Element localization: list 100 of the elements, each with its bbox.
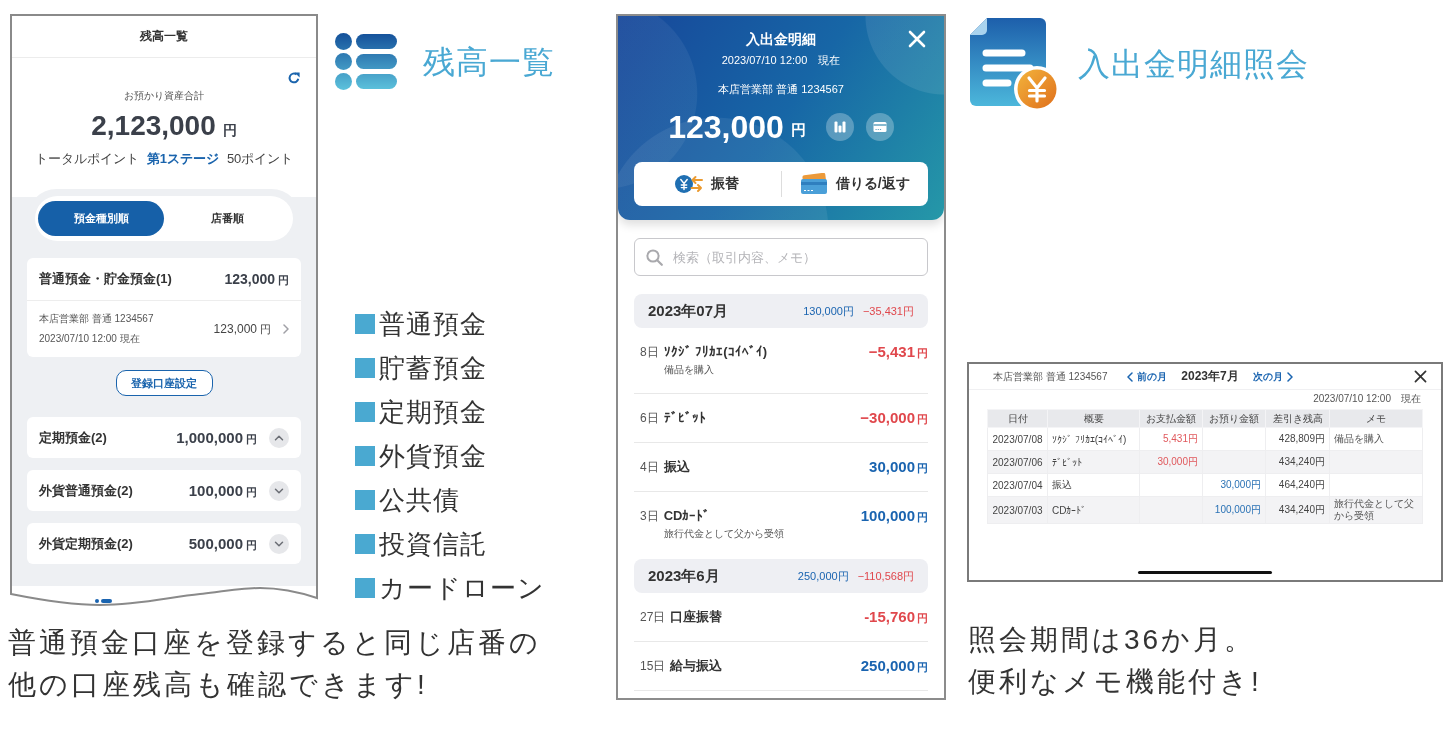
points-value: 50ポイント <box>226 151 294 167</box>
transaction-row[interactable]: 27日 口座振替 -15,760 円 <box>634 593 928 642</box>
currency-unit: 円 <box>917 346 928 361</box>
currency-unit: 円 <box>246 431 257 447</box>
caption-text: 普通預金口座を登録すると同じ店番の 他の口座残高も確認できます! <box>8 626 541 702</box>
transaction-day: 3日 <box>640 507 659 525</box>
transaction-description: ｿｸｼﾞ ﾌﾘｶｴ(ｺｲﾍﾞｲ) <box>663 343 767 361</box>
currency-unit: 円 <box>278 272 289 288</box>
table-cell: 428,809円 <box>1265 427 1330 451</box>
caption-text: 照会期間は36か月。 便利なメモ機能付き! <box>968 623 1262 699</box>
amount: 100,000 <box>188 481 243 499</box>
amount: 123,000 <box>224 270 275 287</box>
search-icon <box>646 248 663 266</box>
chevron-down-icon[interactable] <box>269 480 289 501</box>
screen-title: 入出金明細 <box>746 30 816 48</box>
account-group-row[interactable]: 定期預金(2) 1,000,000 円 <box>27 417 301 458</box>
sort-tab[interactable]: 預金種別順 <box>38 201 164 236</box>
column-header: メモ <box>1329 409 1423 428</box>
balance-amount: 123,000 <box>668 108 784 146</box>
refresh-icon[interactable] <box>288 72 300 84</box>
table-cell: 振込 <box>1047 473 1140 497</box>
square-bullet-icon <box>355 534 375 554</box>
transaction-description: 給与振込 <box>670 657 723 675</box>
group-name: 外貨定期預金(2) <box>39 534 134 553</box>
legend-item: カードローン <box>379 571 545 605</box>
column-header: お預り金額 <box>1202 409 1266 428</box>
column-header: 差引き残高 <box>1265 409 1330 428</box>
chevron-up-icon[interactable] <box>269 427 289 448</box>
list-icon[interactable] <box>95 599 112 603</box>
transaction-row[interactable]: 15日 給与振込 250,000 円 <box>634 642 928 691</box>
chevron-down-icon[interactable] <box>269 533 289 554</box>
transaction-day: 4日 <box>640 458 659 476</box>
bar-chart-icon[interactable] <box>825 113 854 141</box>
transaction-amount: 30,000 <box>869 458 915 475</box>
month-title: 2023年7月 <box>1181 368 1239 385</box>
expense-total: −35,431円 <box>862 303 914 319</box>
close-icon[interactable] <box>1414 370 1427 383</box>
search-field[interactable]: 検索（取引内容、メモ） <box>634 238 928 276</box>
currency-unit: 円 <box>917 510 928 525</box>
transaction-description: 口座振替 <box>670 608 723 626</box>
borrow-repay-button[interactable]: 借りる/返す <box>781 162 928 206</box>
group-name: 外貨普通預金(2) <box>39 481 134 500</box>
timestamp: 2023/07/10 12:00 現在 <box>1313 393 1421 405</box>
column-header: 日付 <box>987 409 1048 428</box>
table-cell: 備品を購入 <box>1329 427 1423 451</box>
square-bullet-icon <box>355 490 375 510</box>
transaction-row[interactable]: 4日 振込 30,000 円 <box>634 443 928 492</box>
income-total: 250,000円 <box>797 568 849 584</box>
table-cell: 2023/07/06 <box>987 450 1048 474</box>
transaction-row[interactable]: 3日 CDｶｰﾄﾞ 100,000 円 旅行代金として父から受領 <box>634 492 928 557</box>
transaction-description: CDｶｰﾄﾞ <box>663 507 711 525</box>
legend-item: 公共債 <box>379 483 460 517</box>
square-bullet-icon <box>355 578 375 598</box>
month-label: 2023年07月 <box>648 301 729 321</box>
square-bullet-icon <box>355 446 375 466</box>
previous-month-link[interactable]: 前の月 <box>1127 369 1168 384</box>
table-cell: 旅行代金として父から受領 <box>1329 496 1423 524</box>
total-label: お預かり資産合計 <box>124 89 204 103</box>
chevron-left-icon <box>1127 371 1134 382</box>
feature-title: 残高一覧 <box>423 42 555 81</box>
timestamp: 2023/07/10 12:00 現在 <box>39 332 140 346</box>
transaction-amount: 100,000 <box>860 507 915 524</box>
currency-unit: 円 <box>917 412 928 427</box>
square-bullet-icon <box>355 402 375 422</box>
legend-item: 貯蓄預金 <box>379 351 487 385</box>
transfer-button[interactable]: 振替 <box>634 162 781 206</box>
account-row[interactable]: 本店営業部 普通 1234567 2023/07/10 12:00 現在 123,000 円 <box>27 301 301 357</box>
table-cell: ｿｸｼﾞ ﾌﾘｶｴ(ｺｲﾍﾞｲ) <box>1047 427 1140 451</box>
transaction-day: 15日 <box>640 657 666 675</box>
feature-title: 入出金明細照会 <box>1078 44 1309 83</box>
square-bullet-icon <box>355 358 375 378</box>
amount: 123,000 <box>213 321 257 336</box>
credit-card-icon[interactable] <box>865 113 894 141</box>
column-header: 概要 <box>1047 409 1140 428</box>
legend-item: 投資信託 <box>379 527 487 561</box>
table-cell: 434,240円 <box>1265 496 1330 524</box>
next-month-link[interactable]: 次の月 <box>1252 369 1293 384</box>
currency-unit: 円 <box>222 122 237 140</box>
table-cell: 2023/07/08 <box>987 427 1048 451</box>
account-name: 本店営業部 普通 1234567 <box>39 312 154 326</box>
transaction-amount: 250,000 <box>860 657 915 674</box>
register-accounts-button[interactable]: 登録口座設定 <box>115 370 213 396</box>
screen-title: 残高一覧 <box>140 28 188 45</box>
table-cell: 5,431円 <box>1139 427 1203 451</box>
list-icon <box>335 33 397 90</box>
account-group-row[interactable]: 外貨定期預金(2) 500,000 円 <box>27 523 301 564</box>
column-header: お支払金額 <box>1139 409 1203 428</box>
transaction-memo: 旅行代金として父から受領 <box>663 527 784 541</box>
transaction-row[interactable]: 8日 ｿｸｼﾞ ﾌﾘｶｴ(ｺｲﾍﾞｲ) −5,431 円 備品を購入 <box>634 328 928 394</box>
group-name: 普通預金・貯金預金(1) <box>39 270 172 288</box>
transaction-day: 6日 <box>640 409 659 427</box>
month-label: 2023年6月 <box>648 566 720 586</box>
points-label: トータルポイント <box>34 151 139 167</box>
transaction-row[interactable]: 6日 ﾃﾞﾋﾞｯﾄ −30,000 円 <box>634 394 928 443</box>
currency-unit: 円 <box>917 461 928 476</box>
transaction-day: 8日 <box>640 343 659 361</box>
sort-tab[interactable]: 店番順 <box>164 201 290 236</box>
account-group-row[interactable]: 外貨普通預金(2) 100,000 円 <box>27 470 301 511</box>
currency-unit: 円 <box>917 660 928 675</box>
legend-item: 普通預金 <box>379 307 487 341</box>
